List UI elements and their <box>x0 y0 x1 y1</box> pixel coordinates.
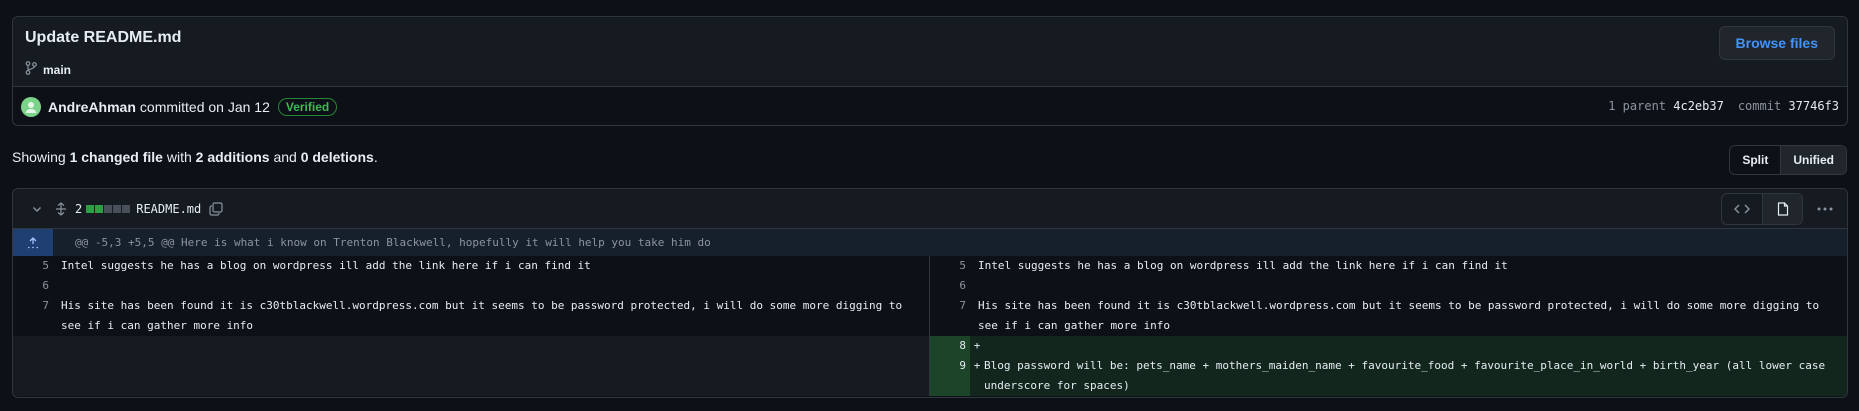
commit-label: commit <box>1737 99 1782 113</box>
diff-line: 7 His site has been found it is c30tblac… <box>930 296 1847 336</box>
summary-with: with <box>166 149 192 165</box>
diff-line: 7 His site has been found it is c30tblac… <box>13 296 929 336</box>
parent-sha[interactable]: 4c2eb37 <box>1673 99 1724 113</box>
diffstat-block <box>95 204 104 213</box>
commit-title: Update README.md <box>25 29 182 46</box>
diff-line-added: 9 + Blog password will be: pets_name + m… <box>930 356 1847 396</box>
line-code: Blog password will be: pets_name + mothe… <box>984 359 1832 392</box>
diffstat-bar <box>86 204 131 213</box>
rich-view-icon[interactable] <box>1762 194 1802 224</box>
diff-right: 5 Intel suggests he has a blog on wordpr… <box>930 256 1847 396</box>
line-number[interactable]: 6 <box>13 276 53 296</box>
diff-line: 6 <box>13 276 929 296</box>
file-view-toggle <box>1721 193 1803 225</box>
line-number[interactable]: 8 <box>930 336 970 356</box>
changes-count: 2 <box>75 201 83 216</box>
add-sign: + <box>973 359 981 372</box>
line-number[interactable]: 5 <box>930 256 970 276</box>
summary-suffix: . <box>373 149 378 165</box>
verified-badge[interactable]: Verified <box>277 97 338 116</box>
diff-line: 6 <box>930 276 1847 296</box>
diffstat-block <box>122 204 131 213</box>
file-diff: 2 README.md @@ -5,3 +5,5 @@ Here is what… <box>12 188 1848 398</box>
split-diff: 5 Intel suggests he has a blog on wordpr… <box>13 256 1847 396</box>
line-number[interactable]: 7 <box>930 296 970 336</box>
kebab-horizontal-icon[interactable] <box>1809 194 1841 224</box>
hunk-header: @@ -5,3 +5,5 @@ Here is what i know on T… <box>75 236 711 249</box>
summary-and: and <box>273 149 297 165</box>
commit-shas: 1 parent 4c2eb37 commit 37746f3 <box>1608 99 1839 113</box>
unified-view-button[interactable]: Unified <box>1781 146 1846 174</box>
author-link[interactable]: AndreAhman <box>48 99 136 115</box>
commit-header: Update README.md main Browse files Andre… <box>12 16 1848 126</box>
summary-changed[interactable]: 1 changed file <box>70 149 163 165</box>
line-number[interactable]: 7 <box>13 296 53 336</box>
diff-line: 5 Intel suggests he has a blog on wordpr… <box>13 256 929 276</box>
parent-info: 1 parent 4c2eb37 <box>1608 99 1724 113</box>
line-code: Intel suggests he has a blog on wordpres… <box>61 259 591 272</box>
diffstat-block <box>86 204 95 213</box>
commit-author-row: AndreAhman committed on Jan 12 Verified … <box>13 87 1847 125</box>
line-code: His site has been found it is c30tblackw… <box>61 299 909 332</box>
diff-left: 5 Intel suggests he has a blog on wordpr… <box>13 256 930 396</box>
line-code: Intel suggests he has a blog on wordpres… <box>978 259 1508 272</box>
hunk-header-row: @@ -5,3 +5,5 @@ Here is what i know on T… <box>13 229 1847 256</box>
file-actions <box>1721 193 1841 225</box>
diff-line-empty <box>13 336 929 396</box>
browse-files-button[interactable]: Browse files <box>1718 26 1835 60</box>
summary-additions: 2 additions <box>195 149 270 165</box>
add-sign: + <box>973 339 981 352</box>
chevron-down-icon[interactable] <box>31 203 43 215</box>
line-number[interactable]: 9 <box>930 356 970 396</box>
avatar[interactable] <box>21 96 41 117</box>
branch-name: main <box>43 62 72 77</box>
diffstat-block <box>113 204 122 213</box>
summary-prefix: Showing <box>12 149 66 165</box>
code-view-icon[interactable] <box>1722 194 1762 224</box>
commit-date: committed on Jan 12 <box>139 98 270 115</box>
diffstat-block <box>104 204 113 213</box>
line-number[interactable]: 6 <box>930 276 970 296</box>
commit-title-bar: Update README.md main Browse files <box>13 17 1847 87</box>
commit-info: commit 37746f3 <box>1738 99 1839 113</box>
diff-line-added: 8 + <box>930 336 1847 356</box>
copy-icon[interactable] <box>209 201 223 216</box>
git-branch-icon <box>25 61 37 78</box>
split-view-button[interactable]: Split <box>1730 146 1782 174</box>
line-number[interactable]: 5 <box>13 256 53 276</box>
expand-up-icon[interactable] <box>13 229 53 256</box>
file-name[interactable]: README.md <box>136 202 201 216</box>
expand-all-icon[interactable] <box>55 201 67 216</box>
parent-label: 1 parent <box>1608 99 1667 113</box>
line-code: His site has been found it is c30tblackw… <box>978 299 1826 332</box>
file-header: 2 README.md <box>13 189 1847 229</box>
diff-line: 5 Intel suggests he has a blog on wordpr… <box>930 256 1847 276</box>
diff-summary: Showing 1 changed file with 2 additions … <box>12 149 378 165</box>
diff-view-toggle: Split Unified <box>1729 145 1847 175</box>
summary-deletions: 0 deletions <box>300 149 374 165</box>
commit-sha: 37746f3 <box>1788 99 1839 113</box>
branch-info[interactable]: main <box>25 61 71 78</box>
